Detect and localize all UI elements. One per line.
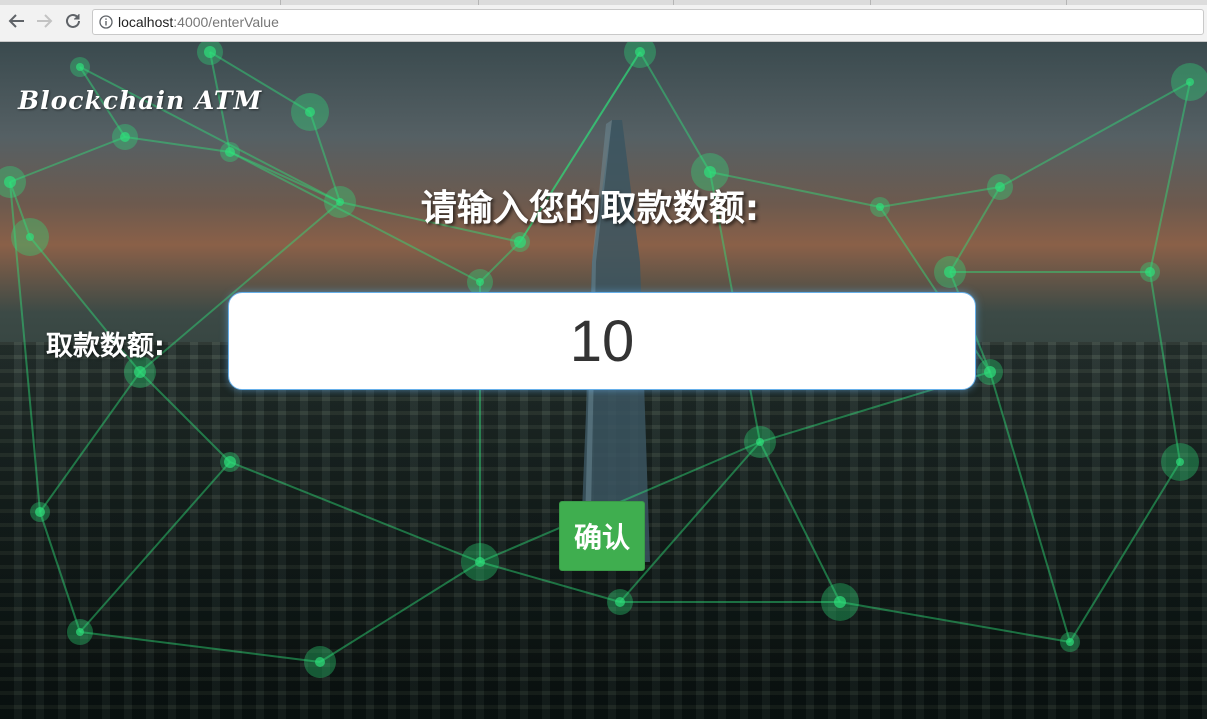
tab-separator: [1066, 0, 1067, 5]
network-node-core: [26, 233, 34, 241]
network-link: [319, 561, 481, 663]
reload-icon: [66, 13, 80, 28]
tab-strip: [0, 0, 1207, 5]
reload-button[interactable]: [62, 10, 84, 32]
network-link: [39, 371, 141, 513]
network-link: [124, 136, 231, 153]
url-text[interactable]: localhost:4000/enterValue: [118, 14, 279, 30]
forward-button[interactable]: [33, 10, 55, 32]
network-node-core: [1145, 267, 1155, 277]
network-node-core: [134, 366, 146, 378]
network-node-core: [756, 438, 764, 446]
app-logo[interactable]: Blockchain ATM: [18, 86, 262, 115]
network-node-core: [76, 63, 84, 71]
network-node-core: [1176, 458, 1184, 466]
network-node-core: [120, 132, 130, 142]
info-icon[interactable]: [99, 15, 113, 29]
network-node-core: [1186, 78, 1194, 86]
network-node-core: [944, 266, 956, 278]
network-node-core: [204, 46, 216, 58]
network-node-core: [305, 107, 315, 117]
back-arrow-icon: [8, 14, 24, 28]
page-heading: 请输入您的取款数额:: [420, 188, 760, 229]
network-node-core: [4, 176, 16, 188]
page-viewport: Blockchain ATM 请输入您的取款数额: 取款数额: 确认: [0, 42, 1207, 719]
network-node-core: [834, 596, 846, 608]
network-node-core: [514, 236, 526, 248]
back-button[interactable]: [6, 10, 28, 32]
network-node-core: [35, 507, 45, 517]
url-path: :4000/enterValue: [173, 14, 279, 30]
network-node-core: [635, 47, 645, 57]
network-node-core: [475, 557, 485, 567]
network-link: [1149, 81, 1191, 273]
tab-separator: [870, 0, 871, 5]
network-link: [79, 461, 231, 633]
network-link: [39, 511, 81, 633]
network-link: [839, 601, 1071, 643]
amount-label: 取款数额:: [46, 331, 165, 362]
network-node-core: [315, 657, 325, 667]
amount-input[interactable]: [228, 292, 976, 390]
confirm-button[interactable]: 确认: [559, 501, 645, 571]
network-node-core: [1066, 638, 1074, 646]
network-link: [879, 186, 1001, 208]
network-link: [759, 441, 841, 603]
network-node-core: [615, 597, 625, 607]
address-bar[interactable]: localhost:4000/enterValue: [92, 9, 1204, 35]
network-link: [9, 136, 126, 183]
network-node-core: [984, 366, 996, 378]
browser-toolbar: localhost:4000/enterValue: [0, 0, 1207, 42]
network-node-core: [224, 456, 236, 468]
tab-separator: [478, 0, 479, 5]
network-link: [989, 371, 1071, 643]
network-node-core: [225, 147, 235, 157]
network-link: [639, 51, 711, 173]
network-node-core: [476, 278, 484, 286]
network-node-core: [704, 166, 716, 178]
network-link: [1069, 461, 1181, 643]
url-host: localhost: [118, 14, 174, 30]
network-link: [999, 81, 1191, 188]
network-node-core: [76, 628, 84, 636]
forward-arrow-icon: [37, 14, 53, 28]
tab-separator: [673, 0, 674, 5]
network-link: [79, 631, 321, 663]
network-link: [229, 461, 481, 563]
network-node-core: [995, 182, 1005, 192]
network-link: [139, 371, 231, 463]
network-link: [1149, 271, 1181, 463]
tab-separator: [280, 0, 281, 5]
